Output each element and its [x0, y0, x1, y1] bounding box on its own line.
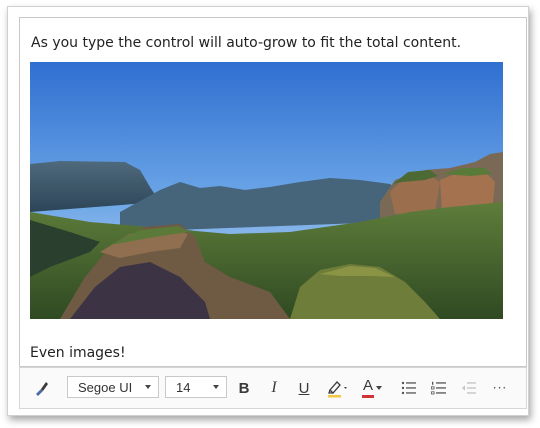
- rich-text-editor-card: As you type the control will auto-grow t…: [7, 6, 529, 416]
- italic-label: I: [271, 379, 277, 396]
- font-size-value: 14: [176, 379, 191, 395]
- intro-text: As you type the control will auto-grow t…: [31, 35, 462, 51]
- font-family-value: Segoe UI: [78, 379, 133, 395]
- underline-button[interactable]: U: [294, 368, 314, 408]
- bulleted-list-icon: [401, 381, 416, 395]
- editor-content-area[interactable]: As you type the control will auto-grow t…: [19, 17, 527, 367]
- formatting-toolbar: Segoe UI 14 B I U A ···: [19, 367, 527, 409]
- more-options-button[interactable]: ···: [488, 368, 512, 408]
- chevron-down-icon: [213, 385, 219, 389]
- embedded-image: [30, 62, 503, 319]
- highlight-button[interactable]: [324, 368, 352, 408]
- decrease-indent-button[interactable]: [458, 368, 480, 408]
- bulleted-list-button[interactable]: [398, 368, 420, 408]
- font-color-button[interactable]: A: [360, 368, 386, 408]
- more-options-icon: ···: [492, 381, 508, 395]
- numbered-list-button[interactable]: [428, 368, 450, 408]
- underline-label: U: [298, 379, 310, 397]
- font-size-dropdown[interactable]: 14: [165, 376, 227, 398]
- font-family-dropdown[interactable]: Segoe UI: [67, 376, 159, 398]
- chevron-down-icon: [145, 385, 151, 389]
- bold-button[interactable]: B: [234, 368, 254, 408]
- decrease-indent-icon: [462, 382, 476, 394]
- italic-button[interactable]: I: [264, 368, 284, 408]
- chevron-down-icon: [376, 386, 382, 390]
- font-color-label: A: [363, 377, 374, 394]
- bold-label: B: [238, 379, 250, 397]
- paintbrush-icon[interactable]: [28, 368, 56, 408]
- numbered-list-icon: [431, 381, 446, 395]
- font-color-bar: [362, 395, 374, 398]
- caption-text: Even images!: [30, 345, 126, 361]
- highlighter-icon: [328, 381, 347, 398]
